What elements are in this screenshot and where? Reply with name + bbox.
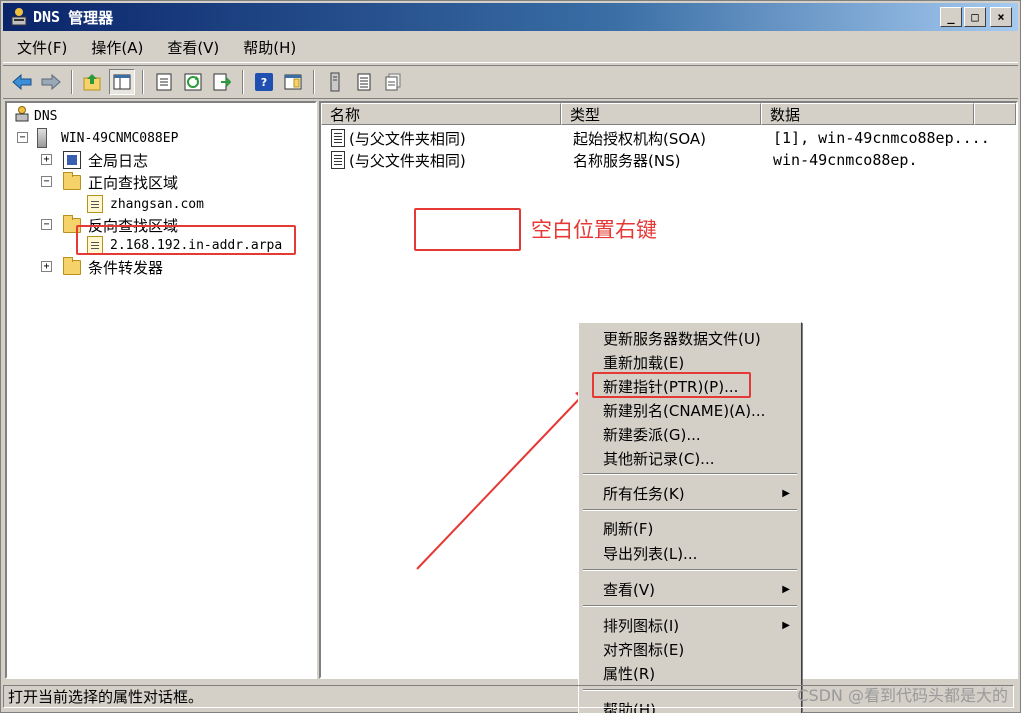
menu-export-list[interactable]: 导出列表(L)... [582,541,798,565]
collapse-expander[interactable]: − [41,219,52,230]
tree-label-dns: DNS [34,108,58,124]
tree-label-conditional-forwarders: 条件转发器 [88,258,164,277]
submenu-arrow-icon: ▶ [782,583,790,595]
window-title-suffix: 管理器 [68,8,114,27]
zone-icon[interactable] [351,69,377,95]
menu-new-alias-cname[interactable]: 新建别名(CNAME)(A)... [582,398,798,422]
window-title-prefix: DNS [33,8,61,26]
record-type: 名称服务器(NS) [573,151,681,170]
menu-view-sub[interactable]: 查看(V) ▶ [582,577,798,601]
menu-update-server-data-file[interactable]: 更新服务器数据文件(U) [582,326,798,350]
record-data: [1], win-49cnmco88ep.... [773,129,990,147]
menu-help[interactable]: 帮助(H) [231,35,308,61]
column-header-name[interactable]: 名称 [321,103,561,125]
toolbar-separator [242,70,244,94]
toolbar: ? [3,65,1018,99]
action-pane-icon[interactable] [280,69,306,95]
menu-arrange-icons[interactable]: 排列图标(I) ▶ [582,613,798,637]
record-icon [331,151,345,169]
record-icon [331,129,345,147]
dns-app-icon [11,8,27,26]
expand-expander[interactable]: + [41,154,52,165]
dns-manager-window: DNS 管理器 _ □ × 文件(F) 操作(A) 查看(V) 帮助(H) ? … [0,0,1021,713]
menu-new-delegation[interactable]: 新建委派(G)... [582,422,798,446]
submenu-arrow-icon: ▶ [782,487,790,499]
record-type: 起始授权机构(SOA) [573,129,707,148]
menu-view[interactable]: 查看(V) [155,35,231,61]
refresh-icon[interactable] [180,69,206,95]
menu-bar: 文件(F) 操作(A) 查看(V) 帮助(H) [3,33,1018,63]
event-log-icon [63,151,81,169]
tree-node-server[interactable]: − WIN-49CNMC088EP [17,127,178,149]
tree-label-server: WIN-49CNMC088EP [61,130,179,146]
help-icon[interactable]: ? [251,69,277,95]
menu-separator [583,605,797,607]
menu-refresh[interactable]: 刷新(F) [582,516,798,540]
annotation-arrow [416,385,593,570]
record-data: win-49cnmco88ep. [773,151,918,169]
record-icon[interactable] [380,69,406,95]
folder-icon [63,171,81,190]
dns-root-icon [15,106,29,126]
tree-node-global-logs[interactable]: + 全局日志 [41,149,148,171]
toolbar-separator [313,70,315,94]
menu-separator [583,473,797,475]
expand-expander[interactable]: + [41,261,52,272]
annotation-label: 空白位置右键 [531,218,657,242]
title-bar[interactable]: DNS 管理器 _ □ × [3,3,1018,31]
server-icon[interactable] [322,69,348,95]
menu-separator [583,569,797,571]
maximize-button[interactable]: □ [964,7,986,27]
menu-reload[interactable]: 重新加载(E) [582,350,798,374]
menu-all-tasks[interactable]: 所有任务(K) ▶ [582,481,798,505]
zone-file-icon [87,195,103,213]
show-tree-icon[interactable] [109,69,135,95]
server-icon [37,128,47,148]
record-name: (与父文件夹相同) [349,151,466,170]
toolbar-separator [142,70,144,94]
highlight-blank-area [414,208,521,251]
record-name: (与父文件夹相同) [349,129,466,148]
menu-view-label: 查看(V) [603,580,655,599]
menu-separator [583,509,797,511]
column-header-data[interactable]: 数据 [761,103,974,125]
menu-all-tasks-label: 所有任务(K) [603,484,685,503]
list-header: 名称 类型 数据 [321,103,1016,125]
column-header-type[interactable]: 类型 [561,103,761,125]
close-button[interactable]: × [990,7,1012,27]
folder-icon [63,256,81,275]
watermark: CSDN @看到代码头都是大的 [797,686,1008,705]
up-folder-icon[interactable] [80,69,106,95]
collapse-expander[interactable]: − [41,176,52,187]
menu-arrange-icons-label: 排列图标(I) [603,616,680,635]
collapse-expander[interactable]: − [17,132,28,143]
back-arrow-icon[interactable] [9,69,35,95]
toolbar-separator [71,70,73,94]
tree-node-zhangsan-zone[interactable]: zhangsan.com [87,193,204,215]
menu-properties[interactable]: 属性(R) [582,661,798,685]
console-tree[interactable]: DNS − WIN-49CNMC088EP + 全局日志 − 正向查找区域 zh… [5,101,317,679]
minimize-button[interactable]: _ [940,7,962,27]
highlight-new-ptr [592,372,751,398]
tree-node-conditional-forwarders[interactable]: + 条件转发器 [41,256,163,278]
forward-arrow-icon[interactable] [38,69,64,95]
table-row[interactable]: (与父文件夹相同) 起始授权机构(SOA) [1], win-49cnmco88… [321,127,1016,149]
tree-node-dns[interactable]: DNS [15,105,57,127]
menu-line-up-icons[interactable]: 对齐图标(E) [582,637,798,661]
tree-label-zhangsan-zone: zhangsan.com [110,196,204,212]
tree-label-forward-zones: 正向查找区域 [88,173,179,192]
highlight-reverse-zone [76,225,296,255]
table-row[interactable]: (与父文件夹相同) 名称服务器(NS) win-49cnmco88ep. [321,149,1016,171]
tree-label-global-logs: 全局日志 [88,151,149,170]
column-header-filler [974,103,1016,125]
submenu-arrow-icon: ▶ [782,619,790,631]
export-list-icon[interactable] [209,69,235,95]
menu-other-new-records[interactable]: 其他新记录(C)... [582,446,798,470]
menu-file[interactable]: 文件(F) [3,35,79,61]
tree-node-forward-zones[interactable]: − 正向查找区域 [41,171,178,193]
properties-icon[interactable] [151,69,177,95]
menu-action[interactable]: 操作(A) [79,35,155,61]
